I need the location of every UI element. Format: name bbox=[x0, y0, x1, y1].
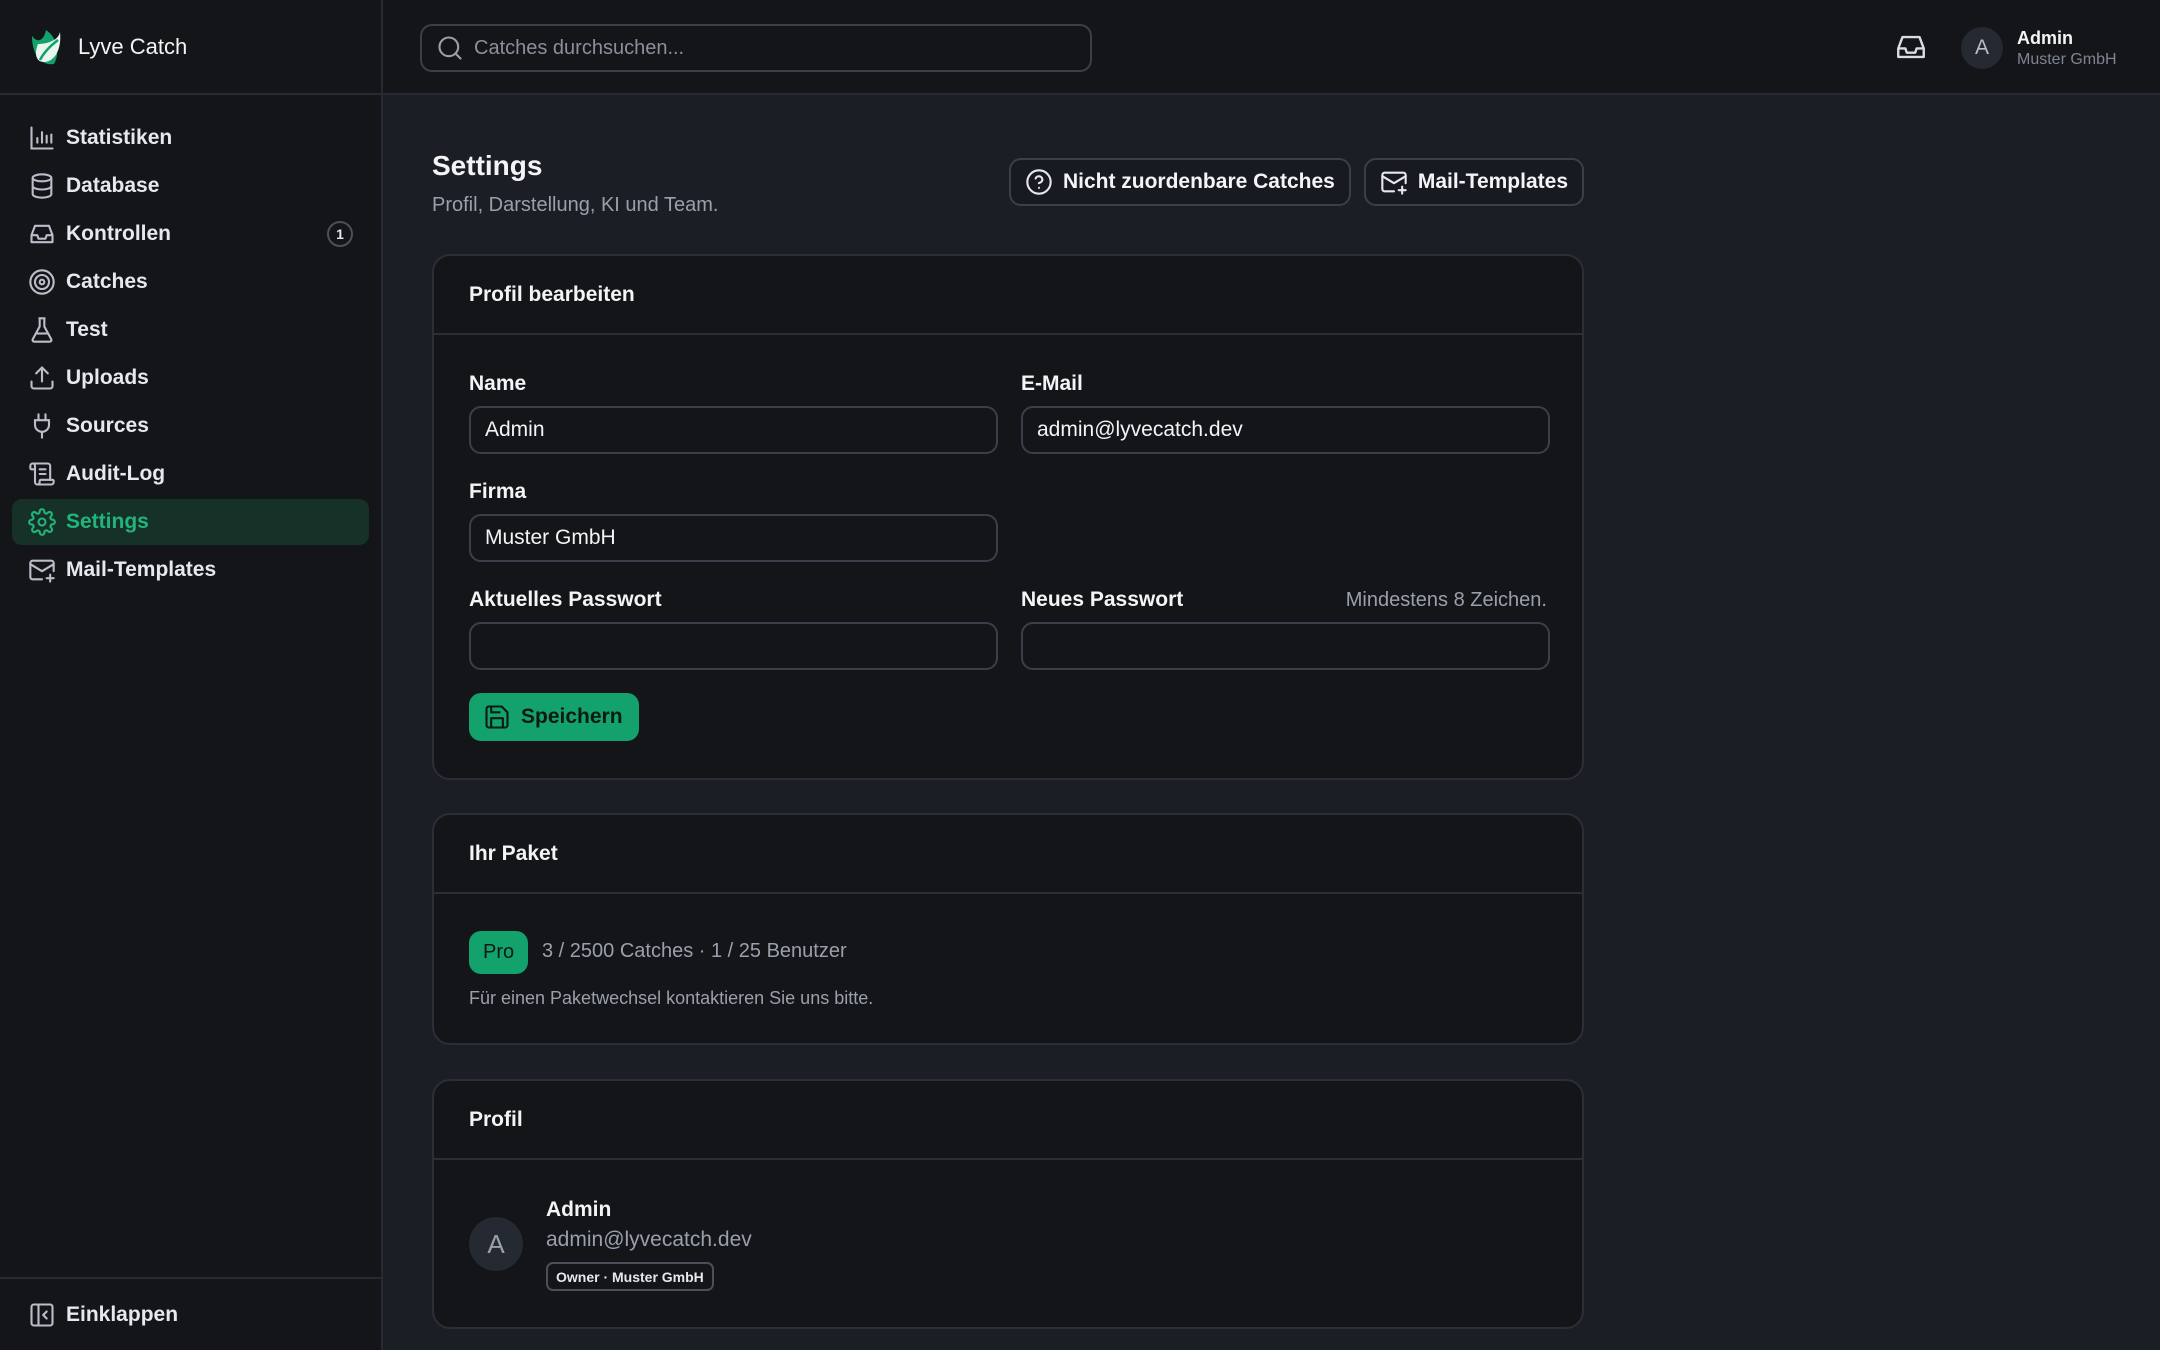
card-title: Profil bbox=[434, 1081, 1582, 1160]
email-label: E-Mail bbox=[1021, 372, 1083, 395]
collapse-label: Einklappen bbox=[66, 1302, 179, 1326]
bar-chart-icon bbox=[28, 124, 56, 152]
plan-usage: 3 / 2500 Catches · 1 / 25 Benutzer bbox=[542, 940, 847, 962]
avatar: A bbox=[469, 1217, 523, 1271]
mail-templates-label: Mail-Templates bbox=[1417, 170, 1568, 193]
plan-card: Ihr Paket Pro 3 / 2500 Catches · 1 / 25 … bbox=[432, 813, 1584, 1045]
unassigned-catches-button[interactable]: Nicht zuordenbare Catches bbox=[1008, 158, 1351, 206]
sidebar-item-label: Statistiken bbox=[66, 126, 173, 149]
sidebar-item-uploads[interactable]: Uploads bbox=[12, 355, 369, 401]
sidebar-item-kontrollen[interactable]: Kontrollen 1 bbox=[12, 211, 369, 257]
inbox-icon bbox=[28, 220, 56, 248]
current-password-field[interactable] bbox=[469, 622, 998, 670]
sidebar-item-label: Sources bbox=[66, 414, 149, 437]
inbox-icon bbox=[1894, 30, 1928, 64]
new-password-field[interactable] bbox=[1021, 622, 1550, 670]
new-password-hint: Mindestens 8 Zeichen. bbox=[1345, 589, 1547, 611]
mail-templates-button[interactable]: Mail-Templates bbox=[1363, 158, 1584, 206]
flask-icon bbox=[28, 316, 56, 344]
target-icon bbox=[28, 268, 56, 296]
sidebar: Lyve Catch Statistiken Database Kontroll… bbox=[0, 0, 383, 1350]
company-label: Firma bbox=[469, 480, 527, 503]
sidebar-item-label: Kontrollen bbox=[66, 222, 171, 245]
email-field[interactable] bbox=[1021, 406, 1550, 454]
search-bar[interactable] bbox=[420, 24, 1092, 72]
topbar: A Admin Muster GmbH bbox=[383, 0, 2160, 95]
plan-badge: Pro bbox=[469, 931, 529, 974]
scroll-icon bbox=[28, 460, 56, 488]
user-name: Admin bbox=[2017, 27, 2073, 48]
profile-card: Profil A Admin admin@lyvecatch.dev Owner… bbox=[432, 1079, 1584, 1329]
panel-collapse-icon bbox=[28, 1301, 56, 1329]
save-icon bbox=[483, 703, 511, 731]
sidebar-item-catches[interactable]: Catches bbox=[12, 259, 369, 305]
mail-plus-icon bbox=[28, 556, 56, 584]
avatar: A bbox=[1961, 27, 2003, 69]
sidebar-item-label: Catches bbox=[66, 270, 148, 293]
save-button[interactable]: Speichern bbox=[469, 693, 639, 741]
profile-name: Admin bbox=[546, 1198, 612, 1221]
unassigned-catches-label: Nicht zuordenbare Catches bbox=[1062, 170, 1335, 193]
inbox-button[interactable] bbox=[1894, 30, 1928, 64]
plug-icon bbox=[28, 412, 56, 440]
role-badge: Owner · Muster GmbH bbox=[546, 1262, 714, 1291]
sidebar-nav: Statistiken Database Kontrollen 1 Catche… bbox=[0, 95, 381, 593]
database-icon bbox=[28, 172, 56, 200]
sidebar-item-label: Audit-Log bbox=[66, 462, 166, 485]
sidebar-item-label: Settings bbox=[66, 510, 149, 533]
sidebar-item-mail-templates[interactable]: Mail-Templates bbox=[12, 547, 369, 593]
app-name: Lyve Catch bbox=[78, 33, 188, 59]
count-badge: 1 bbox=[327, 221, 353, 247]
user-company: Muster GmbH bbox=[2017, 50, 2117, 68]
help-circle-icon bbox=[1025, 168, 1053, 196]
sidebar-item-test[interactable]: Test bbox=[12, 307, 369, 353]
sidebar-item-sources[interactable]: Sources bbox=[12, 403, 369, 449]
sidebar-item-label: Database bbox=[66, 174, 160, 197]
sidebar-item-settings[interactable]: Settings bbox=[12, 499, 369, 545]
card-title: Ihr Paket bbox=[434, 815, 1582, 894]
sidebar-item-statistiken[interactable]: Statistiken bbox=[12, 115, 369, 161]
sidebar-item-label: Test bbox=[66, 318, 108, 341]
mail-plus-icon bbox=[1380, 168, 1408, 196]
sidebar-item-label: Uploads bbox=[66, 366, 149, 389]
name-label: Name bbox=[469, 372, 527, 395]
main-content: Settings Profil, Darstellung, KI und Tea… bbox=[432, 150, 1584, 1329]
search-icon bbox=[436, 34, 464, 62]
upload-icon bbox=[28, 364, 56, 392]
collapse-sidebar-button[interactable]: Einklappen bbox=[0, 1277, 381, 1350]
current-password-label: Aktuelles Passwort bbox=[469, 588, 662, 611]
leaf-logo-icon bbox=[24, 26, 66, 68]
sidebar-item-database[interactable]: Database bbox=[12, 163, 369, 209]
new-password-label: Neues Passwort bbox=[1021, 588, 1184, 611]
header-actions: Nicht zuordenbare Catches Mail-Templates bbox=[1008, 158, 1584, 206]
sidebar-item-label: Mail-Templates bbox=[66, 558, 217, 581]
profile-edit-card: Profil bearbeiten Name E-Mail Firma Aktu… bbox=[432, 254, 1584, 780]
search-input[interactable] bbox=[474, 36, 1074, 60]
card-title: Profil bearbeiten bbox=[434, 256, 1582, 335]
save-label: Speichern bbox=[521, 705, 623, 728]
user-menu[interactable]: A Admin Muster GmbH bbox=[1961, 27, 2117, 69]
gear-icon bbox=[28, 508, 56, 536]
company-field[interactable] bbox=[469, 514, 998, 562]
brand[interactable]: Lyve Catch bbox=[0, 0, 381, 95]
plan-note: Für einen Paketwechsel kontaktieren Sie … bbox=[469, 988, 874, 1008]
profile-email: admin@lyvecatch.dev bbox=[546, 1228, 752, 1251]
sidebar-item-audit-log[interactable]: Audit-Log bbox=[12, 451, 369, 497]
name-field[interactable] bbox=[469, 406, 998, 454]
